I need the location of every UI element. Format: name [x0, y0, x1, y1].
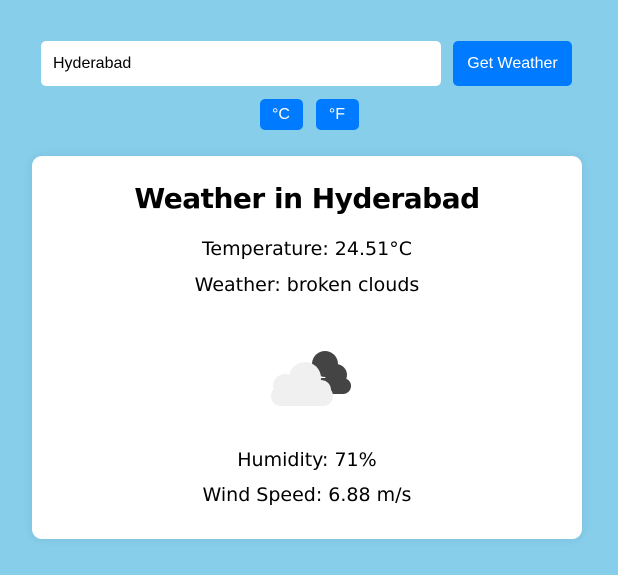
humidity-text: Humidity: 71%: [237, 449, 377, 471]
get-weather-button[interactable]: Get Weather: [453, 41, 572, 86]
celsius-button[interactable]: °C: [259, 99, 303, 130]
weather-title: Weather in Hyderabad: [134, 182, 480, 215]
weather-card: Weather in Hyderabad Temperature: 24.51°…: [32, 156, 582, 539]
broken-clouds-icon: [271, 351, 351, 406]
unit-toggle-row: °C °F: [0, 99, 618, 130]
wind-speed-text: Wind Speed: 6.88 m/s: [202, 484, 412, 506]
temperature-text: Temperature: 24.51°C: [202, 238, 412, 260]
search-row: Get Weather: [41, 41, 572, 86]
city-search-input[interactable]: [41, 41, 441, 86]
fahrenheit-button[interactable]: °F: [315, 99, 359, 130]
weather-description: Weather: broken clouds: [194, 274, 420, 296]
